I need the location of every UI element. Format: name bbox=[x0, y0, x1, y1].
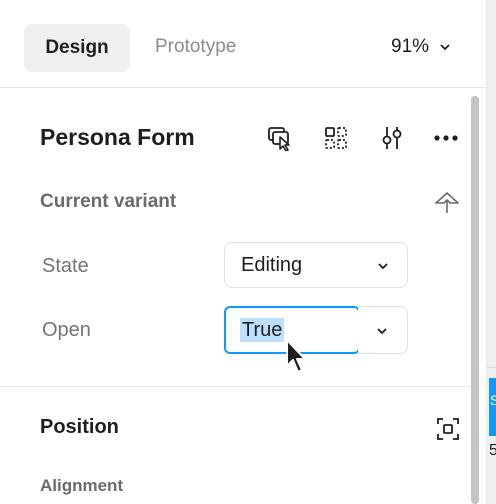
open-value-selected-text: True bbox=[240, 318, 285, 342]
property-label-open: Open bbox=[42, 319, 91, 341]
more-options-icon[interactable] bbox=[432, 124, 460, 152]
mouse-cursor-icon bbox=[286, 339, 306, 373]
chevron-down-icon bbox=[378, 263, 388, 270]
chip-text: S bbox=[490, 392, 496, 408]
tab-design[interactable]: Design bbox=[24, 24, 130, 72]
zoom-dropdown[interactable]: 91% bbox=[391, 36, 451, 58]
position-section-title: Position bbox=[40, 416, 119, 438]
alignment-label: Alignment bbox=[40, 476, 124, 495]
state-select-value: Editing bbox=[241, 253, 303, 276]
zoom-value: 91% bbox=[391, 36, 430, 57]
strip-divider bbox=[487, 367, 496, 368]
current-variant-label: Current variant bbox=[40, 191, 177, 212]
component-title: Persona Form bbox=[40, 124, 195, 150]
section-divider bbox=[0, 386, 470, 387]
open-dropdown-toggle[interactable] bbox=[358, 306, 408, 354]
strip-number: 5 bbox=[489, 442, 496, 459]
select-matching-layers-icon[interactable] bbox=[266, 124, 294, 152]
component-grid-icon[interactable] bbox=[322, 124, 350, 152]
design-panel: Design Prototype 91% Persona Form Curren… bbox=[0, 0, 487, 504]
state-select[interactable]: Editing bbox=[224, 242, 408, 288]
chevron-down-icon bbox=[440, 44, 450, 51]
canvas-edge-strip: S 5 bbox=[487, 0, 496, 504]
panel-scrollbar[interactable] bbox=[471, 96, 479, 504]
adjust-sliders-icon[interactable] bbox=[378, 124, 406, 152]
reset-variant-icon[interactable] bbox=[433, 188, 461, 216]
frame-focus-icon[interactable] bbox=[434, 415, 462, 443]
property-label-state: State bbox=[42, 255, 89, 277]
tab-prototype[interactable]: Prototype bbox=[155, 36, 236, 58]
chevron-down-icon bbox=[377, 328, 387, 335]
panel-tabs-bar: Design Prototype 91% bbox=[0, 0, 487, 88]
